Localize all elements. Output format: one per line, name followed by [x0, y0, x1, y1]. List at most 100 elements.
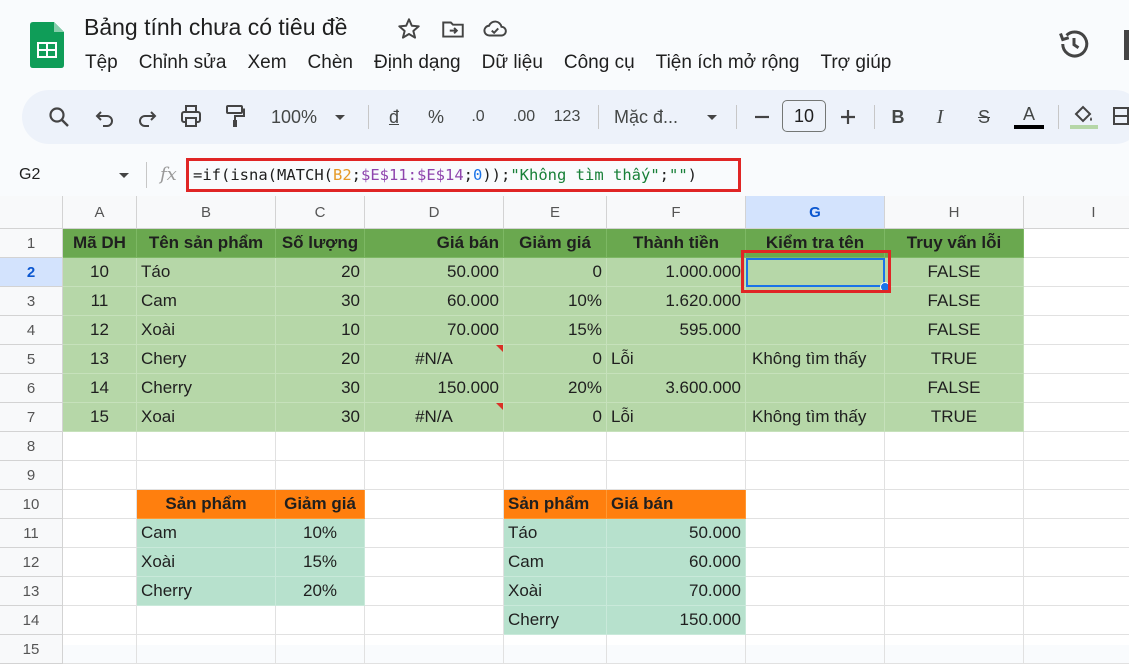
main-table-cell[interactable]: Xoài: [137, 316, 276, 345]
cell[interactable]: [1024, 258, 1129, 287]
menu-extensions[interactable]: Tiện ích mở rộng: [656, 52, 800, 73]
main-table-cell[interactable]: 1.620.000: [607, 287, 746, 316]
cell[interactable]: [63, 490, 137, 519]
main-table-cell[interactable]: 1.000.000: [607, 258, 746, 287]
main-table-cell[interactable]: #N/A: [365, 403, 504, 432]
cell[interactable]: [746, 606, 885, 635]
cell[interactable]: [63, 635, 137, 664]
redo-icon[interactable]: [134, 90, 160, 144]
main-table-cell[interactable]: 10: [63, 258, 137, 287]
cell[interactable]: [365, 461, 504, 490]
column-header-f[interactable]: F: [607, 196, 746, 229]
cell[interactable]: [607, 635, 746, 664]
cell[interactable]: [885, 490, 1024, 519]
main-table-cell[interactable]: Không tìm thấy: [746, 345, 885, 374]
discount-table-cell[interactable]: Xoài: [137, 548, 276, 577]
name-box-dropdown-icon[interactable]: [116, 168, 132, 184]
star-icon[interactable]: [396, 16, 422, 42]
cell[interactable]: [885, 606, 1024, 635]
row-header-9[interactable]: 9: [0, 461, 63, 490]
main-table-cell[interactable]: TRUE: [885, 345, 1024, 374]
cell[interactable]: [504, 635, 607, 664]
main-table-cell[interactable]: 15%: [504, 316, 607, 345]
print-icon[interactable]: [178, 90, 204, 144]
cell[interactable]: [365, 577, 504, 606]
menu-view[interactable]: Xem: [247, 52, 286, 73]
cell[interactable]: [1024, 229, 1129, 258]
price-table-cell[interactable]: 70.000: [607, 577, 746, 606]
increase-font-size-icon[interactable]: [836, 90, 860, 144]
main-table-cell[interactable]: 150.000: [365, 374, 504, 403]
main-table-cell[interactable]: 0: [504, 403, 607, 432]
price-table-cell[interactable]: Táo: [504, 519, 607, 548]
cell[interactable]: [1024, 606, 1129, 635]
cell[interactable]: [885, 461, 1024, 490]
cell[interactable]: [137, 635, 276, 664]
cloud-saved-icon[interactable]: [482, 16, 508, 42]
cell[interactable]: [365, 519, 504, 548]
font-family-select[interactable]: Mặc đ...: [614, 90, 690, 144]
cell[interactable]: [746, 548, 885, 577]
main-table-cell[interactable]: 60.000: [365, 287, 504, 316]
column-header-d[interactable]: D: [365, 196, 504, 229]
fill-color-icon[interactable]: [1068, 90, 1098, 144]
main-table-cell[interactable]: 30: [276, 287, 365, 316]
cell[interactable]: [63, 606, 137, 635]
column-header-g[interactable]: G: [746, 196, 885, 229]
main-table-cell[interactable]: 0: [504, 345, 607, 374]
discount-table-cell[interactable]: 10%: [276, 519, 365, 548]
main-table-cell[interactable]: TRUE: [885, 403, 1024, 432]
main-table-cell[interactable]: Lỗi: [607, 345, 746, 374]
cell[interactable]: [137, 432, 276, 461]
column-header-e[interactable]: E: [504, 196, 607, 229]
price-table-cell[interactable]: 150.000: [607, 606, 746, 635]
main-table-cell[interactable]: 0: [504, 258, 607, 287]
menu-file[interactable]: Tệp: [85, 52, 118, 73]
row-header-13[interactable]: 13: [0, 577, 63, 606]
price-table-cell[interactable]: Xoài: [504, 577, 607, 606]
main-table-cell[interactable]: 11: [63, 287, 137, 316]
font-dropdown-icon[interactable]: [704, 90, 720, 144]
menu-help[interactable]: Trợ giúp: [820, 52, 891, 73]
cell[interactable]: [1024, 316, 1129, 345]
column-header-h[interactable]: H: [885, 196, 1024, 229]
main-table-cell[interactable]: 20%: [504, 374, 607, 403]
discount-table-cell[interactable]: Cherry: [137, 577, 276, 606]
cell[interactable]: [137, 461, 276, 490]
cell[interactable]: [276, 635, 365, 664]
main-table-cell[interactable]: FALSE: [885, 258, 1024, 287]
cell[interactable]: [746, 490, 885, 519]
column-header-a[interactable]: A: [63, 196, 137, 229]
main-table-cell[interactable]: 14: [63, 374, 137, 403]
main-table-cell[interactable]: Táo: [137, 258, 276, 287]
cell[interactable]: [1024, 287, 1129, 316]
menu-data[interactable]: Dữ liệu: [482, 52, 543, 73]
cell[interactable]: [365, 635, 504, 664]
menu-edit[interactable]: Chỉnh sửa: [139, 52, 227, 73]
row-header-2[interactable]: 2: [0, 258, 63, 287]
price-table-cell[interactable]: Cam: [504, 548, 607, 577]
row-header-8[interactable]: 8: [0, 432, 63, 461]
cell[interactable]: [63, 432, 137, 461]
row-header-6[interactable]: 6: [0, 374, 63, 403]
main-table-cell[interactable]: 3.600.000: [607, 374, 746, 403]
decrease-font-size-icon[interactable]: [750, 90, 774, 144]
strikethrough-button[interactable]: S: [972, 90, 996, 144]
main-table-cell[interactable]: 20: [276, 345, 365, 374]
cell[interactable]: [885, 577, 1024, 606]
cell[interactable]: [746, 461, 885, 490]
main-table-cell[interactable]: 30: [276, 374, 365, 403]
cell[interactable]: [276, 461, 365, 490]
cell[interactable]: [63, 519, 137, 548]
price-table-cell[interactable]: 50.000: [607, 519, 746, 548]
cell[interactable]: [885, 432, 1024, 461]
main-table-cell[interactable]: Chery: [137, 345, 276, 374]
cell[interactable]: [365, 606, 504, 635]
main-table-cell[interactable]: 12: [63, 316, 137, 345]
row-header-11[interactable]: 11: [0, 519, 63, 548]
sheets-logo-icon[interactable]: [30, 22, 64, 68]
main-table-cell[interactable]: [746, 374, 885, 403]
cell[interactable]: [504, 461, 607, 490]
row-header-12[interactable]: 12: [0, 548, 63, 577]
main-table-cell[interactable]: 50.000: [365, 258, 504, 287]
